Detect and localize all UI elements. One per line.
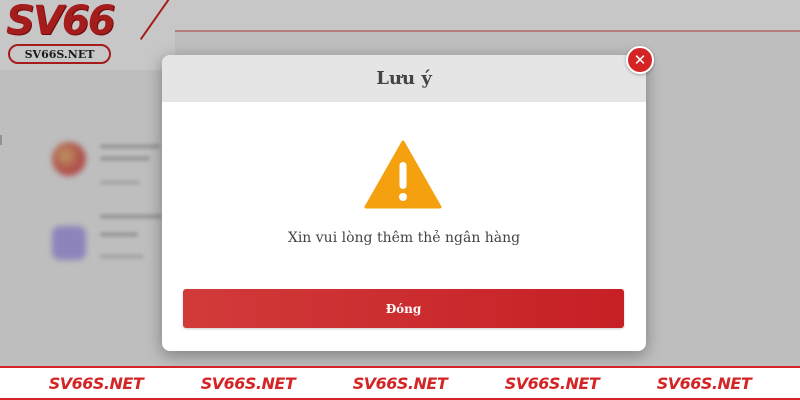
watermark-text: SV66S.NET [352, 373, 448, 393]
dialog-message: Xin vui lòng thêm thẻ ngân hàng [287, 230, 521, 246]
watermark-text: SV66S.NET [200, 373, 296, 393]
alert-dialog: Lưu ý Xin vui lòng thêm thẻ ngân hàng Đó… [162, 55, 646, 351]
watermark-text: SV66S.NET [656, 373, 752, 393]
dialog-header: Lưu ý [162, 55, 646, 102]
close-icon[interactable]: ✕ [626, 46, 654, 74]
dialog-title: Lưu ý [376, 68, 432, 89]
watermark-text: SV66S.NET [48, 373, 144, 393]
watermark-band: SV66S.NET SV66S.NET SV66S.NET SV66S.NET … [0, 366, 800, 400]
warning-triangle-icon [364, 140, 442, 209]
close-button[interactable]: Đóng [183, 289, 624, 328]
watermark-text: SV66S.NET [504, 373, 600, 393]
